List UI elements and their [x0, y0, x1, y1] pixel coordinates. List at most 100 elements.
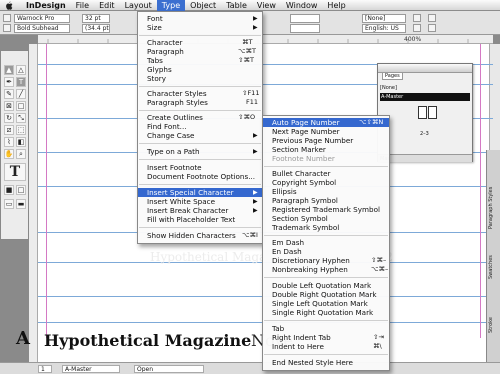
menu-item-next-page-number[interactable]: Next Page Number	[263, 127, 389, 136]
tab-swatches[interactable]: Swatches	[488, 250, 500, 285]
char-style-field[interactable]: [None]	[362, 14, 406, 23]
menu-item-character[interactable]: Character ⌘T	[138, 38, 262, 47]
menu-item-en-dash[interactable]: En Dash	[263, 247, 389, 256]
page-number-field[interactable]: 1	[38, 365, 52, 373]
menu-table[interactable]: Table	[221, 0, 252, 11]
normal-view-icon[interactable]: ▭	[4, 199, 14, 209]
menu-item-ellipsis[interactable]: Ellipsis	[263, 187, 389, 196]
gradient-tool-icon[interactable]: ◧	[16, 137, 26, 147]
selection-tool-icon[interactable]: ▲	[4, 65, 14, 75]
horizontal-ruler[interactable]	[38, 35, 493, 44]
menu-item-right-indent-tab[interactable]: Right Indent Tab ⇧⇥	[263, 333, 389, 342]
menu-item-previous-page-number[interactable]: Previous Page Number	[263, 136, 389, 145]
eyedropper-tool-icon[interactable]: ⌇	[4, 137, 14, 147]
menu-item-trademark-symbol[interactable]: Trademark Symbol	[263, 223, 389, 232]
status-field[interactable]: Open	[134, 365, 204, 373]
menu-item-paragraph-styles[interactable]: Paragraph Styles F11	[138, 98, 262, 107]
apple-icon[interactable]	[5, 1, 13, 10]
menu-item-bullet-character[interactable]: Bullet Character	[263, 169, 389, 178]
menu-item-insert-footnote[interactable]: Insert Footnote	[138, 163, 262, 172]
menu-item-double-right-quotation-mark[interactable]: Double Right Quotation Mark	[263, 290, 389, 299]
menu-item-find-font[interactable]: Find Font...	[138, 122, 262, 131]
menu-window[interactable]: Window	[281, 0, 323, 11]
page-spread[interactable]	[418, 106, 438, 130]
menu-item-story[interactable]: Story	[138, 74, 262, 83]
menu-item-document-footnote-options[interactable]: Document Footnote Options...	[138, 172, 262, 181]
menu-item-glyphs[interactable]: Glyphs	[138, 65, 262, 74]
none-master-row[interactable]: [None]	[380, 84, 470, 92]
menu-item-character-styles[interactable]: Character Styles ⇧F11	[138, 89, 262, 98]
type-tool-icon[interactable]: T	[16, 77, 26, 87]
menu-item-double-left-quotation-mark[interactable]: Double Left Quotation Mark	[263, 281, 389, 290]
leading-field[interactable]: (34.4 pt	[82, 24, 110, 33]
menu-item-indent-to-here[interactable]: Indent to Here ⌘\	[263, 342, 389, 351]
menu-item-type-on-a-path[interactable]: Type on a Path ▶	[138, 147, 262, 156]
font-size-field[interactable]: 32 pt	[82, 14, 110, 23]
menu-item-font[interactable]: Font ▶	[138, 14, 262, 23]
menu-item-paragraph-symbol[interactable]: Paragraph Symbol	[263, 196, 389, 205]
menu-item-insert-break-character[interactable]: Insert Break Character ▶	[138, 206, 262, 215]
menu-item-change-case[interactable]: Change Case ▶	[138, 131, 262, 140]
magazine-title[interactable]: Hypothetical Magazine	[44, 331, 251, 350]
magazine-initial[interactable]: A	[16, 328, 30, 349]
rectangle-tool-icon[interactable]: □	[16, 101, 26, 111]
option-button[interactable]	[413, 14, 421, 22]
vertical-scrollbar[interactable]	[489, 44, 500, 150]
page-thumbnail[interactable]	[428, 106, 437, 119]
menu-item-single-right-quotation-mark[interactable]: Single Right Quotation Mark	[263, 308, 389, 317]
menu-item-paragraph[interactable]: Paragraph ⌥⌘T	[138, 47, 262, 56]
master-page-field[interactable]: A-Master	[62, 365, 120, 373]
menu-item-insert-special-character[interactable]: Insert Special Character ▶	[138, 188, 262, 197]
menu-item-auto-page-number[interactable]: Auto Page Number ⌥⇧⌘N	[263, 118, 389, 127]
stroke-color-icon[interactable]: □	[16, 185, 26, 195]
menu-help[interactable]: Help	[322, 0, 350, 11]
option-button-4[interactable]	[428, 24, 436, 32]
line-tool-icon[interactable]: ╱	[16, 89, 26, 99]
pencil-tool-icon[interactable]: ✎	[4, 89, 14, 99]
a-master-row[interactable]: A-Master	[380, 93, 470, 101]
menu-item-size[interactable]: Size ▶	[138, 23, 262, 32]
menu-item-end-nested-style-here[interactable]: End Nested Style Here	[263, 358, 389, 367]
tab-paragraph-styles[interactable]: Paragraph Styles	[488, 180, 500, 235]
vertical-ruler[interactable]	[29, 44, 38, 369]
frame-tool-icon[interactable]: ⊠	[4, 101, 14, 111]
scale-tool-icon[interactable]: ⤡	[16, 113, 26, 123]
tracking-field[interactable]	[290, 14, 320, 23]
page-thumbnail[interactable]	[418, 106, 427, 119]
menu-item-nonbreaking-hyphen[interactable]: Nonbreaking Hyphen ⌥⌘–	[263, 265, 389, 274]
pen-tool-icon[interactable]: ✒	[4, 77, 14, 87]
menu-type[interactable]: Type	[156, 0, 186, 11]
menu-item-discretionary-hyphen[interactable]: Discretionary Hyphen ⇧⌘–	[263, 256, 389, 265]
tab-stroke[interactable]: Stroke	[488, 310, 500, 340]
menu-item-section-marker[interactable]: Section Marker	[263, 145, 389, 154]
menu-item-fill-with-placeholder-text[interactable]: Fill with Placeholder Text	[138, 215, 262, 224]
tab-pages[interactable]: Pages	[382, 72, 403, 80]
menu-item-insert-white-space[interactable]: Insert White Space ▶	[138, 197, 262, 206]
font-style-field[interactable]: Bold Subhead	[14, 24, 70, 33]
shear-tool-icon[interactable]: ⧄	[4, 125, 14, 135]
fill-color-icon[interactable]: ■	[4, 185, 14, 195]
menu-object[interactable]: Object	[185, 0, 221, 11]
menu-item-tab[interactable]: Tab	[263, 324, 389, 333]
menu-app[interactable]: InDesign	[21, 0, 71, 11]
character-mode-button[interactable]	[3, 14, 11, 22]
rotate-tool-icon[interactable]: ↻	[4, 113, 14, 123]
menu-file[interactable]: File	[71, 0, 94, 11]
menu-item-section-symbol[interactable]: Section Symbol	[263, 214, 389, 223]
formatting-text-icon[interactable]: T	[4, 163, 26, 181]
menu-view[interactable]: View	[252, 0, 281, 11]
zoom-tool-icon[interactable]: ⌕	[16, 149, 26, 159]
menu-item-tabs[interactable]: Tabs ⇧⌘T	[138, 56, 262, 65]
option-button-3[interactable]	[428, 14, 436, 22]
menu-item-em-dash[interactable]: Em Dash	[263, 238, 389, 247]
paragraph-mode-button[interactable]	[3, 24, 11, 32]
menu-item-create-outlines[interactable]: Create Outlines ⇧⌘O	[138, 113, 262, 122]
menu-item-show-hidden-characters[interactable]: Show Hidden Characters ⌥⌘I	[138, 231, 262, 240]
language-field[interactable]: English: US	[362, 24, 406, 33]
hand-tool-icon[interactable]: ✋	[4, 149, 14, 159]
menu-layout[interactable]: Layout	[120, 0, 157, 11]
preview-view-icon[interactable]: ▬	[16, 199, 26, 209]
direct-selection-tool-icon[interactable]: △	[16, 65, 26, 75]
menu-item-registered-trademark-symbol[interactable]: Registered Trademark Symbol	[263, 205, 389, 214]
font-field[interactable]: Warnock Pro	[14, 14, 70, 23]
